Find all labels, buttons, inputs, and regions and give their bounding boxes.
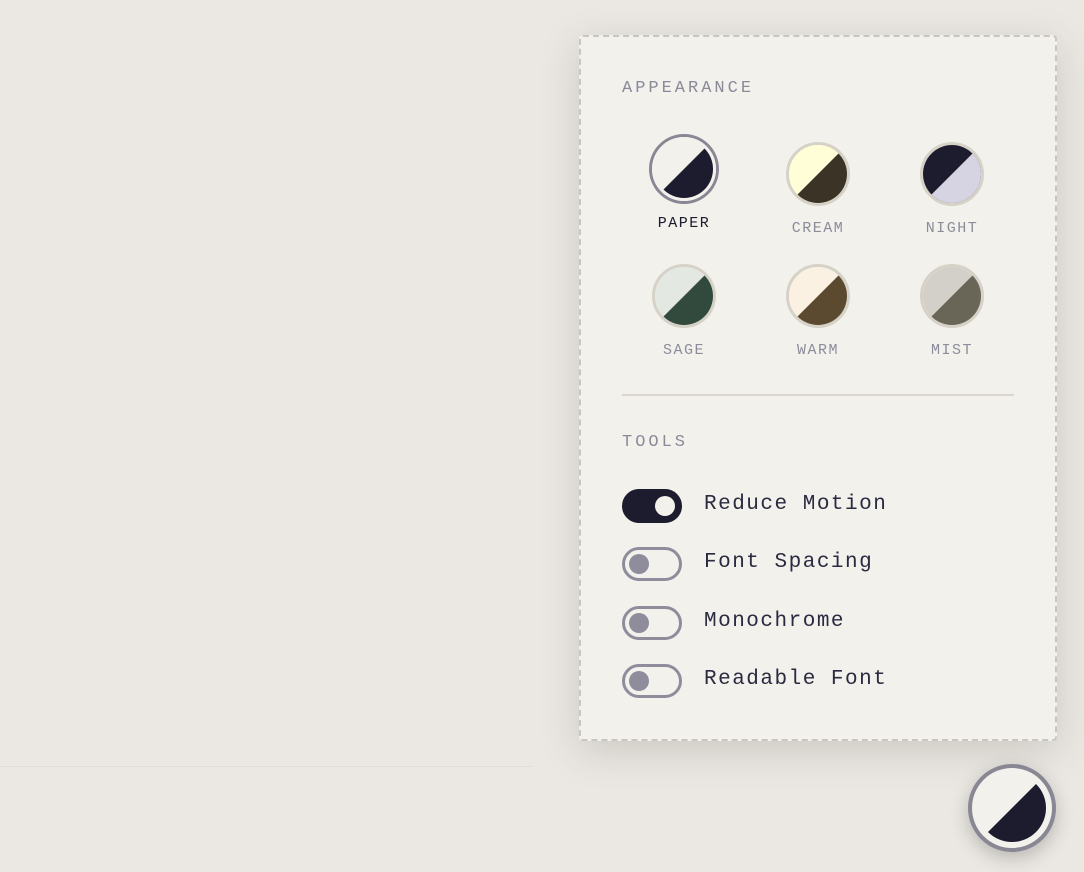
tool-row-font-spacing: Font Spacing <box>622 547 1022 581</box>
monochrome-label: Monochrome <box>704 610 846 633</box>
theme-warm-icon <box>786 264 850 328</box>
font-spacing-toggle[interactable] <box>622 547 682 581</box>
theme-swatch-mist[interactable]: MIST <box>887 264 1017 374</box>
toggle-knob <box>655 496 675 516</box>
theme-sage-icon <box>652 264 716 328</box>
toggle-knob <box>629 613 649 633</box>
theme-name: MIST <box>930 342 973 359</box>
tool-row-reduce-motion: Reduce Motion <box>622 489 1022 523</box>
section-divider <box>622 394 1014 396</box>
reduce-motion-label: Reduce Motion <box>704 493 888 516</box>
theme-cream-icon <box>786 142 850 206</box>
theme-name: WARM <box>796 342 839 359</box>
tools-heading: TOOLS <box>622 433 689 452</box>
theme-name: CREAM <box>791 220 845 237</box>
theme-swatch-sage[interactable]: SAGE <box>619 264 749 374</box>
settings-panel: APPEARANCE PAPER CREAM NIGHT SAGE WARM M… <box>579 35 1057 741</box>
theme-half-circle-icon <box>978 774 1046 842</box>
theme-swatch-paper[interactable]: PAPER <box>619 137 749 247</box>
tool-row-monochrome: Monochrome <box>622 606 1022 640</box>
appearance-heading: APPEARANCE <box>622 79 755 98</box>
theme-paper-icon <box>652 137 716 201</box>
theme-name: PAPER <box>657 215 711 232</box>
reduce-motion-toggle[interactable] <box>622 489 682 523</box>
theme-night-icon <box>920 142 984 206</box>
toggle-knob <box>629 671 649 691</box>
theme-name: SAGE <box>662 342 705 359</box>
font-spacing-label: Font Spacing <box>704 551 874 574</box>
theme-name: NIGHT <box>925 220 979 237</box>
theme-mist-icon <box>920 264 984 328</box>
background-rule <box>0 766 532 767</box>
monochrome-toggle[interactable] <box>622 606 682 640</box>
theme-swatch-warm[interactable]: WARM <box>753 264 883 374</box>
theme-swatch-night[interactable]: NIGHT <box>887 142 1017 252</box>
theme-swatch-cream[interactable]: CREAM <box>753 142 883 252</box>
tool-row-readable-font: Readable Font <box>622 664 1022 698</box>
readable-font-toggle[interactable] <box>622 664 682 698</box>
toggle-knob <box>629 554 649 574</box>
readable-font-label: Readable Font <box>704 668 888 691</box>
theme-toggle-button[interactable] <box>968 764 1056 852</box>
